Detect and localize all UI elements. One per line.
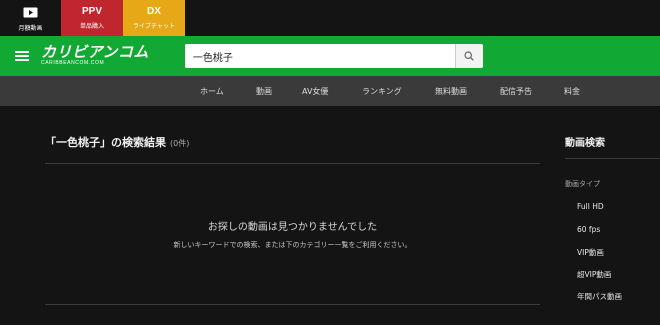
play-icon (23, 5, 38, 20)
search-icon (464, 51, 475, 61)
monthly-video-tab[interactable]: 月額動画 (0, 0, 61, 36)
ppv-label: 単品購入 (79, 23, 104, 30)
logo-domain: CARIBBEANCOM.COM (41, 60, 105, 66)
site-header: カリビアンコム CARIBBEANCOM.COM (0, 36, 660, 76)
main-content: 「一色桃子」の検索結果 (0件) お探しの動画は見つかりませんでした 新しいキーワ… (0, 106, 660, 325)
monthly-video-label: 月額動画 (18, 24, 43, 32)
search-box (184, 44, 483, 68)
empty-message: お探しの動画は見つかりませんでした (207, 222, 378, 233)
results-count: (0件) (170, 139, 190, 148)
sidebar-title: 動画検索 (565, 138, 605, 149)
sidebar-item-60fps[interactable]: 60 fps (577, 225, 600, 234)
site-logo[interactable]: カリビアンコム CARIBBEANCOM.COM (41, 45, 149, 67)
nav-av-actresses[interactable]: AV女優 (302, 86, 328, 97)
ppv-tab[interactable]: PPV 単品購入 (61, 0, 123, 36)
sidebar-item-annual-pass[interactable]: 年間パス動画 (577, 291, 622, 302)
search-button[interactable] (454, 44, 483, 68)
search-input[interactable] (184, 44, 455, 68)
nav-ranking[interactable]: ランキング (362, 86, 402, 97)
results-title: 「一色桃子」の検索結果 (45, 136, 166, 149)
sidebar-item-full-hd[interactable]: Full HD (577, 202, 604, 211)
nav-videos[interactable]: 動画 (256, 86, 272, 97)
empty-hint: 新しいキーワードでの検索、または下のカテゴリー一覧をご利用ください。 (173, 241, 412, 249)
live-chat-tab[interactable]: DX ライブチャット (123, 0, 185, 36)
main-nav: ホーム 動画 AV女優 ランキング 無料動画 配信予告 料金 (0, 76, 660, 106)
sidebar-item-vip[interactable]: VIP動画 (577, 247, 604, 258)
nav-schedule[interactable]: 配信予告 (500, 86, 532, 97)
divider (45, 163, 540, 164)
logo-text: カリビアンコム (41, 43, 149, 61)
live-chat-label: ライブチャット (133, 23, 175, 30)
menu-icon[interactable] (15, 51, 29, 61)
dx-logo: DX (147, 6, 161, 17)
results-heading: 「一色桃子」の検索結果 (0件) (45, 134, 189, 150)
nav-free-videos[interactable]: 無料動画 (435, 86, 467, 97)
nav-home[interactable]: ホーム (200, 86, 224, 97)
sidebar-divider (565, 158, 660, 159)
ppv-logo: PPV (81, 6, 102, 17)
service-bar: 月額動画 PPV 単品購入 DX ライブチャット (0, 0, 660, 36)
sidebar-item-super-vip[interactable]: 超VIP動画 (577, 269, 611, 280)
nav-pricing[interactable]: 料金 (564, 86, 580, 97)
sidebar-section-label: 動画タイプ (565, 180, 600, 188)
divider (45, 304, 540, 305)
